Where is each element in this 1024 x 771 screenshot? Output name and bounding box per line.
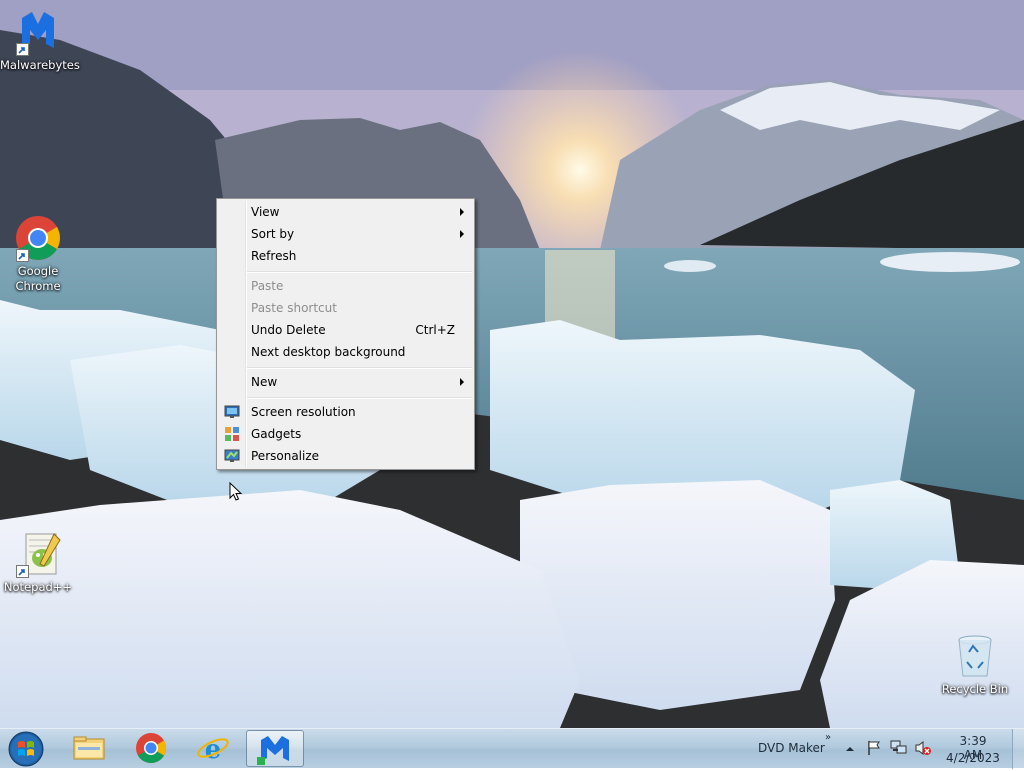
menu-separator: [247, 271, 472, 273]
taskbar-windows-explorer[interactable]: [60, 730, 118, 767]
google-chrome-icon: [14, 214, 62, 262]
volume-muted-icon[interactable]: [914, 740, 932, 756]
desktop-icon-label: Recycle Bin: [941, 682, 1009, 696]
menu-item-label: Paste: [251, 279, 284, 293]
submenu-arrow-icon: [460, 208, 464, 216]
submenu-arrow-icon: [460, 230, 464, 238]
menu-item-shortcut: Ctrl+Z: [415, 323, 455, 337]
desktop-icon-google-chrome[interactable]: Google Chrome: [0, 214, 76, 294]
menu-item-label: Next desktop background: [251, 345, 406, 359]
show-hidden-icons-icon[interactable]: [845, 744, 855, 754]
menu-item-label: Personalize: [251, 449, 320, 463]
malwarebytes-icon: [14, 8, 62, 56]
menu-item-label: Paste shortcut: [251, 301, 337, 315]
desktop-icon-label: Google Chrome: [15, 264, 61, 293]
desktop-icon-recycle-bin[interactable]: Recycle Bin: [937, 632, 1013, 697]
taskbar-malwarebytes[interactable]: [246, 730, 304, 767]
menu-item-label: Gadgets: [251, 427, 302, 441]
menu-item-label: Undo Delete: [251, 323, 326, 337]
menu-item-label: Refresh: [251, 249, 297, 263]
menu-item-paste-shortcut[interactable]: Paste shortcut: [219, 297, 472, 319]
desktop-icon-label: Malwarebytes: [0, 58, 80, 72]
show-desktop-button[interactable]: [1012, 729, 1024, 769]
menu-item-screen-resolution[interactable]: Screen resolution: [219, 401, 472, 423]
google-chrome-icon: [136, 733, 167, 764]
desktop-icon-notepad-plus-plus[interactable]: Notepad++: [0, 530, 76, 595]
menu-item-label: New: [251, 375, 278, 389]
taskbar-internet-explorer[interactable]: e: [184, 730, 242, 767]
submenu-arrow-icon: [460, 378, 464, 386]
dvd-maker-toolbar[interactable]: DVD Maker: [758, 741, 825, 755]
toolbar-chevron-icon[interactable]: »: [825, 732, 831, 743]
menu-item-sort-by[interactable]: Sort by: [219, 223, 472, 245]
windows-explorer-icon: [73, 736, 105, 760]
recycle-bin-icon: [951, 632, 999, 680]
menu-item-paste[interactable]: Paste: [219, 275, 472, 297]
malwarebytes-icon: [257, 736, 289, 765]
shortcut-arrow-icon: [16, 249, 29, 262]
network-icon[interactable]: [890, 740, 908, 756]
taskbar-google-chrome[interactable]: [122, 730, 180, 767]
clock-date[interactable]: 4/2/2023: [946, 751, 1000, 765]
menu-separator: [247, 397, 472, 399]
wallpaper: [0, 0, 1024, 728]
action-center-flag-icon[interactable]: [866, 740, 882, 756]
desktop[interactable]: Malwarebytes Google Chrome Notepad++ Rec…: [0, 0, 1024, 728]
shortcut-arrow-icon: [16, 565, 29, 578]
personalize-icon: [224, 448, 240, 464]
menu-item-next-desktop-background[interactable]: Next desktop background: [219, 341, 472, 363]
screen-resolution-icon: [224, 404, 240, 420]
menu-item-refresh[interactable]: Refresh: [219, 245, 472, 267]
desktop-icon-malwarebytes[interactable]: Malwarebytes: [0, 8, 80, 73]
desktop-icon-label: Notepad++: [3, 580, 73, 594]
menu-item-new[interactable]: New: [219, 371, 472, 393]
menu-item-label: View: [251, 205, 280, 219]
menu-item-label: Sort by: [251, 227, 295, 241]
menu-item-gadgets[interactable]: Gadgets: [219, 423, 472, 445]
notepad-plus-plus-icon: [14, 530, 62, 578]
mouse-pointer-icon: [229, 482, 243, 501]
menu-item-undo-delete[interactable]: Undo Delete Ctrl+Z: [219, 319, 472, 341]
menu-item-label: Screen resolution: [251, 405, 356, 419]
internet-explorer-icon: e: [197, 735, 229, 765]
menu-item-view[interactable]: View: [219, 201, 472, 223]
taskbar: e DVD Maker » 3:39 AM 4/2/2023: [0, 728, 1024, 769]
menu-separator: [247, 367, 472, 369]
menu-item-personalize[interactable]: Personalize: [219, 445, 472, 467]
desktop-context-menu: View Sort by Refresh Paste Paste shortcu…: [216, 198, 475, 470]
start-button[interactable]: [6, 730, 46, 768]
shortcut-arrow-icon: [16, 43, 29, 56]
windows-logo-icon: [8, 731, 44, 767]
gadgets-icon: [224, 426, 240, 442]
